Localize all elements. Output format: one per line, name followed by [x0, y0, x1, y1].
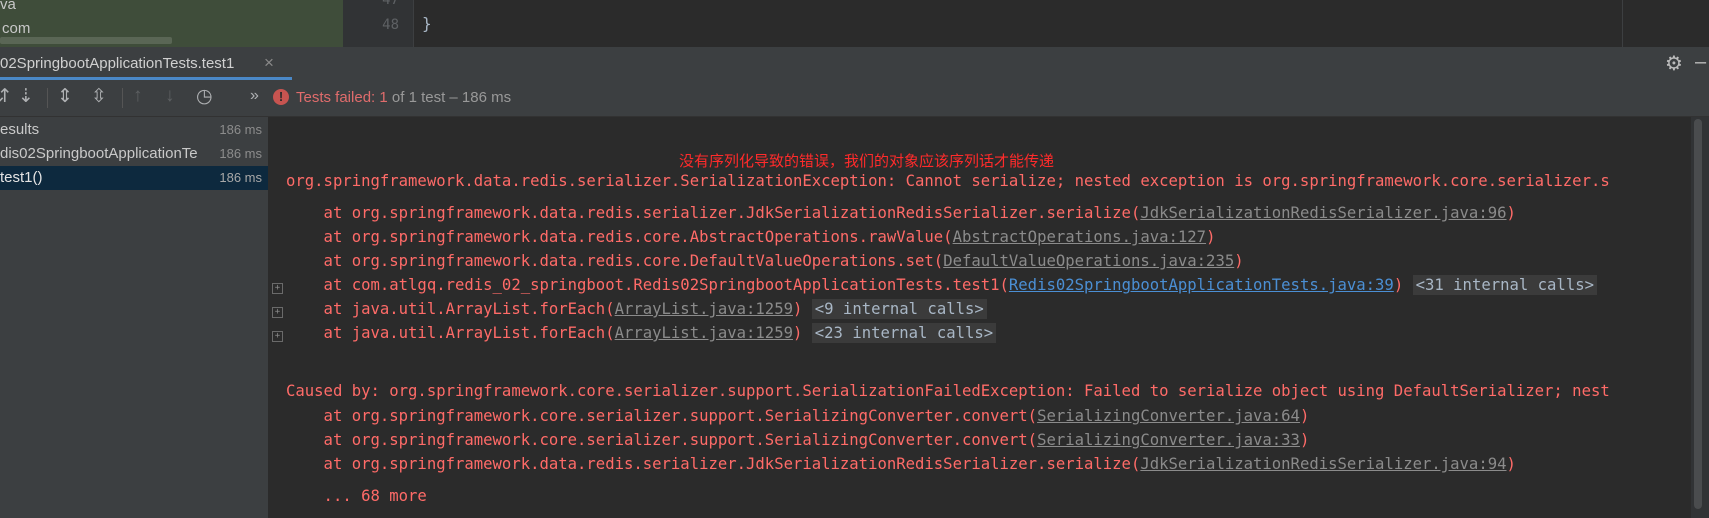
tests-summary-text: of 1 test – 186 ms: [387, 89, 512, 106]
collapse-all-icon[interactable]: ⇳: [91, 85, 107, 108]
caused-by-line: Caused by: org.springframework.core.seri…: [286, 382, 1610, 400]
stack-frame-line: at org.springframework.data.redis.core.D…: [286, 252, 1244, 270]
line-number-gutter: 47 48: [343, 0, 414, 47]
tree-item-label: esults: [0, 121, 40, 138]
run-tab[interactable]: 02SpringbootApplicationTests.test1 ×: [0, 47, 292, 80]
console-output[interactable]: 没有序列化导致的错误，我们的对象应该序列话才能传递 org.springfram…: [269, 117, 1691, 518]
stack-frame-method: at org.springframework.core.serializer.s…: [286, 407, 1038, 425]
code-editor[interactable]: }: [414, 0, 1622, 47]
tree-item-label: dis02SpringbootApplicationTe: [0, 145, 198, 162]
stack-frame-suffix: ): [792, 324, 803, 342]
console-vertical-scrollbar[interactable]: [1691, 117, 1709, 518]
scrollbar-thumb[interactable]: [1694, 119, 1702, 509]
expand-all-icon[interactable]: ⇕: [57, 85, 73, 108]
more-icon[interactable]: »: [250, 87, 259, 105]
source-link[interactable]: AbstractOperations.java:127: [953, 228, 1206, 246]
test-status: Tests failed: 1 of 1 test – 186 ms: [296, 89, 511, 106]
line-number: 47: [382, 0, 399, 8]
stack-frame-suffix: ): [1206, 228, 1216, 246]
source-link[interactable]: SerializingConverter.java:64: [1037, 407, 1300, 425]
source-link[interactable]: SerializingConverter.java:33: [1037, 431, 1300, 449]
stack-frame-method: at org.springframework.data.redis.serial…: [286, 455, 1141, 473]
source-link[interactable]: DefaultValueOperations.java:235: [943, 252, 1234, 270]
stack-frame-line: at org.springframework.data.redis.core.A…: [286, 228, 1216, 246]
toolbar-separator: [47, 88, 48, 108]
stack-frame-suffix: ): [1299, 431, 1310, 449]
source-link[interactable]: Redis02SpringbootApplicationTests.java:3…: [1009, 276, 1394, 294]
stack-frame-suffix: ): [1234, 252, 1244, 270]
source-link[interactable]: JdkSerializationRedisSerializer.java:94: [1140, 455, 1506, 473]
toolbar-separator: [122, 88, 123, 108]
stack-frame-method: at org.springframework.data.redis.core.D…: [286, 252, 944, 270]
stack-frame-suffix: ): [1393, 276, 1404, 294]
stack-frame-line: at org.springframework.core.serializer.s…: [286, 431, 1310, 449]
expand-frames-icon[interactable]: +: [272, 331, 283, 342]
tree-item-test-class[interactable]: dis02SpringbootApplicationTe 186 ms: [0, 142, 268, 166]
stack-frame-method: at org.springframework.data.redis.serial…: [286, 204, 1141, 222]
internal-calls-chip[interactable]: <31 internal calls>: [1412, 275, 1597, 295]
internal-calls-chip[interactable]: <23 internal calls>: [811, 323, 997, 343]
project-item[interactable]: va: [0, 0, 16, 13]
more-frames-line: ... 68 more: [286, 487, 427, 505]
sort-icon[interactable]: ⇣: [18, 85, 34, 108]
run-tab-label: 02SpringbootApplicationTests.test1: [0, 55, 235, 72]
tree-item-time: 186 ms: [219, 122, 262, 137]
project-item[interactable]: com: [2, 20, 30, 37]
source-link[interactable]: ArrayList.java:1259: [615, 300, 793, 318]
source-link[interactable]: ArrayList.java:1259: [615, 324, 793, 342]
stack-frame-line: at java.util.ArrayList.forEach(ArrayList…: [286, 299, 987, 319]
history-icon[interactable]: ◷: [196, 85, 213, 108]
stack-frame-line: at org.springframework.data.redis.serial…: [286, 455, 1516, 473]
close-icon[interactable]: ×: [264, 53, 274, 73]
stack-frame-line: at org.springframework.core.serializer.s…: [286, 407, 1310, 425]
tree-item-results[interactable]: esults 186 ms: [0, 118, 268, 142]
run-tab-bar: 02SpringbootApplicationTests.test1 × ⚙ –: [0, 47, 1709, 81]
tests-failed-text: Tests failed: 1: [296, 89, 388, 106]
stack-frame-suffix: ): [1506, 204, 1516, 222]
stack-frame-method: at org.springframework.data.redis.core.A…: [286, 228, 953, 246]
internal-calls-chip[interactable]: <9 internal calls>: [811, 299, 987, 319]
stack-frame-line: at com.atlgq.redis_02_springboot.Redis02…: [286, 275, 1597, 295]
stack-frame-method: at org.springframework.core.serializer.s…: [286, 431, 1038, 449]
tree-item-test1[interactable]: test1() 186 ms: [0, 166, 268, 190]
source-link[interactable]: JdkSerializationRedisSerializer.java:96: [1140, 204, 1506, 222]
tree-item-time: 186 ms: [219, 170, 262, 185]
rerun-failed-icon[interactable]: ⇵: [0, 85, 10, 108]
stack-frame-method: at java.util.ArrayList.forEach(: [286, 324, 615, 342]
exception-line: org.springframework.data.redis.serialize…: [286, 172, 1610, 190]
editor-right-gutter: [1622, 0, 1709, 47]
expand-frames-icon[interactable]: +: [272, 283, 283, 294]
stack-frame-method: at java.util.ArrayList.forEach(: [286, 300, 615, 318]
horizontal-scrollbar[interactable]: [0, 37, 172, 44]
stack-frame-line: at org.springframework.data.redis.serial…: [286, 204, 1516, 222]
tree-item-label: test1(): [0, 169, 43, 186]
project-panel-strip: va com: [0, 0, 343, 47]
expand-frames-icon[interactable]: +: [272, 307, 283, 318]
stack-frame-suffix: ): [1299, 407, 1310, 425]
stack-frame-suffix: ): [792, 300, 803, 318]
next-failed-icon[interactable]: ↓: [165, 85, 175, 107]
test-results-tree: esults 186 ms dis02SpringbootApplication…: [0, 117, 269, 518]
previous-failed-icon[interactable]: ↑: [133, 85, 143, 107]
error-icon: !: [273, 89, 289, 105]
stack-frame-suffix: ): [1506, 455, 1516, 473]
annotation-note: 没有序列化导致的错误，我们的对象应该序列话才能传递: [679, 153, 1055, 170]
tree-item-time: 186 ms: [219, 146, 262, 161]
line-number: 48: [382, 17, 399, 33]
stack-frame-method: at com.atlgq.redis_02_springboot.Redis02…: [286, 276, 1009, 294]
gear-icon[interactable]: ⚙: [1665, 51, 1683, 76]
code-line: }: [422, 14, 432, 33]
stack-frame-line: at java.util.ArrayList.forEach(ArrayList…: [286, 323, 997, 343]
minimize-icon[interactable]: –: [1695, 51, 1706, 74]
test-runner-toolbar: ⇵ ⇣ ⇕ ⇳ ↑ ↓ ◷ » ! Tests failed: 1 of 1 t…: [0, 80, 1709, 117]
